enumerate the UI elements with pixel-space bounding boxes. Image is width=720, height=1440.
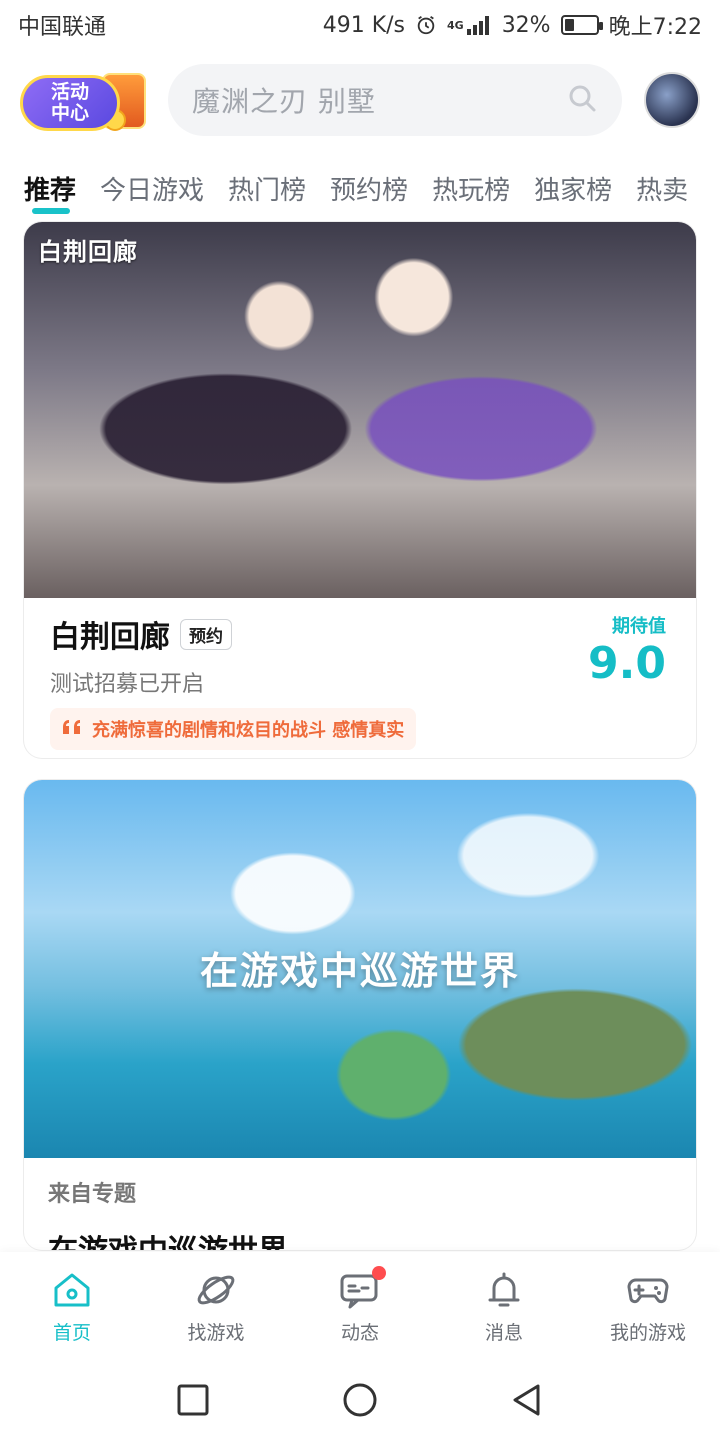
- clock: 晚上7:22: [608, 15, 702, 40]
- notification-dot: [372, 1265, 386, 1280]
- home-icon: [50, 1268, 94, 1312]
- search-icon[interactable]: [566, 82, 598, 118]
- planet-icon: [194, 1268, 238, 1312]
- activity-label-line1: 活动: [50, 81, 89, 103]
- nav-messages-label: 消息: [484, 1321, 523, 1344]
- network-speed: 491 K/s: [322, 12, 405, 38]
- activity-label-line2: 中心: [50, 102, 89, 124]
- search-input[interactable]: 魔渊之刃 别墅: [168, 64, 622, 136]
- review-quote: 充满惊喜的剧情和炫目的战斗 感情真实: [50, 708, 417, 750]
- nav-find-games-label: 找游戏: [187, 1321, 245, 1344]
- game-card-info: 白荆回廊 预约 测试招募已开启 充满惊喜的剧情和炫目的战斗 感情真实 期待值 9…: [24, 598, 696, 758]
- quote-icon: [62, 719, 84, 740]
- activity-center-label: 活动 中心: [20, 75, 120, 131]
- tab-today-games[interactable]: 今日游戏: [100, 160, 204, 207]
- gamepad-icon: [626, 1268, 670, 1312]
- score-label: 期待值: [612, 616, 666, 637]
- tab-exclusive-list[interactable]: 独家榜: [534, 160, 612, 207]
- activity-center-button[interactable]: 活动 中心: [20, 67, 146, 133]
- game-title: 白荆回廊: [50, 620, 170, 655]
- status-indicators: 491 K/s 4G 32% 晚上7:22: [323, 9, 702, 41]
- topic-title: 在游戏中巡游世界: [48, 1226, 672, 1250]
- search-placeholder: 魔渊之刃 别墅: [192, 85, 376, 118]
- nav-my-games-label: 我的游戏: [609, 1321, 686, 1344]
- from-topic-label: 来自专题: [48, 1182, 137, 1207]
- game-banner-image[interactable]: 白荆回廊: [24, 222, 696, 598]
- nav-feed[interactable]: 动态: [295, 1265, 425, 1345]
- battery-percent: 32%: [501, 12, 551, 38]
- nav-home[interactable]: 首页: [7, 1268, 137, 1345]
- nav-find-games[interactable]: 找游戏: [151, 1268, 281, 1345]
- topic-card[interactable]: 在游戏中巡游世界 来自专题 在游戏中巡游世界: [24, 780, 696, 1250]
- game-title-row: 白荆回廊 预约: [50, 612, 670, 656]
- network-type: 4G: [447, 18, 464, 32]
- carrier-label: 中国联通: [18, 15, 107, 40]
- tab-hot-list[interactable]: 热门榜: [228, 160, 306, 207]
- nav-messages[interactable]: 消息: [439, 1268, 569, 1345]
- status-bar: 中国联通 491 K/s 4G 32% 晚上7:22: [0, 0, 720, 50]
- banner-title: 在游戏中巡游世界: [199, 949, 520, 993]
- chat-icon: [338, 1265, 386, 1312]
- tab-hot-play-list[interactable]: 热玩榜: [432, 160, 510, 207]
- bottom-navigation: 首页 找游戏 动态 消息 我的游戏: [0, 1252, 720, 1360]
- anticipation-score: 期待值 9.0: [588, 612, 666, 690]
- game-logo: 白荆回廊: [38, 238, 138, 266]
- signal-icon: 4G: [447, 14, 492, 36]
- nav-feed-label: 动态: [340, 1321, 379, 1344]
- nav-my-games[interactable]: 我的游戏: [583, 1268, 713, 1345]
- top-header: 活动 中心 魔渊之刃 别墅: [0, 60, 720, 140]
- topic-banner-image[interactable]: 在游戏中巡游世界: [24, 780, 696, 1158]
- recent-apps-button[interactable]: [173, 1380, 213, 1420]
- tab-reservation-list[interactable]: 预约榜: [330, 160, 408, 207]
- home-button[interactable]: [340, 1380, 380, 1420]
- score-value: 9.0: [588, 638, 666, 689]
- nav-home-label: 首页: [52, 1321, 91, 1344]
- category-tabs: 推荐 今日游戏 热门榜 预约榜 热玩榜 独家榜 热卖: [0, 160, 720, 220]
- game-card[interactable]: 白荆回廊 白荆回廊 预约 测试招募已开启 充满惊喜的剧情和炫目的战斗 感情真实 …: [24, 222, 696, 758]
- bell-icon: [482, 1268, 526, 1312]
- quote-text: 充满惊喜的剧情和炫目的战斗 感情真实: [92, 720, 405, 741]
- tab-hot-sale[interactable]: 热卖: [636, 160, 688, 207]
- topic-card-info: 来自专题 在游戏中巡游世界: [24, 1158, 696, 1250]
- system-navigation: [0, 1360, 720, 1440]
- back-button[interactable]: [507, 1380, 547, 1420]
- reservation-badge: 预约: [180, 618, 232, 650]
- game-subtitle: 测试招募已开启: [50, 672, 205, 697]
- user-avatar[interactable]: [644, 72, 700, 128]
- alarm-icon: [415, 14, 437, 36]
- tab-recommend[interactable]: 推荐: [24, 160, 76, 214]
- battery-icon: [560, 15, 603, 35]
